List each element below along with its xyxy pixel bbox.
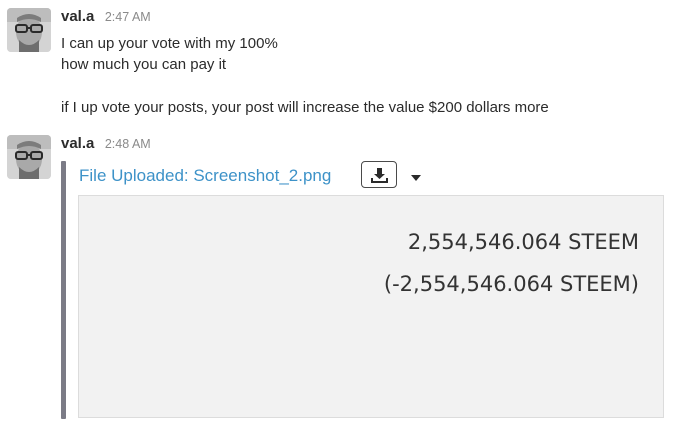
- avatar[interactable]: [7, 8, 51, 52]
- preview-text: 2,554,546.064 STEEM: [407, 230, 639, 254]
- message-text: how much you can pay it: [61, 56, 227, 73]
- timestamp: 2:48 AM: [104, 137, 151, 151]
- file-title-link[interactable]: File Uploaded: Screenshot_2.png: [79, 166, 331, 186]
- chat-message: val.a 2:47 AM I can up your vote with my…: [0, 0, 695, 128]
- message-header: val.a 2:48 AM: [61, 135, 151, 155]
- download-button[interactable]: [361, 161, 397, 188]
- download-icon: [371, 168, 388, 183]
- message-text: I can up your vote with my 100%: [61, 35, 278, 52]
- attachment-bar: [61, 161, 66, 419]
- attachment-menu-button[interactable]: [409, 170, 423, 181]
- avatar[interactable]: [7, 135, 51, 179]
- image-preview[interactable]: 2,554,546.064 STEEM (-2,554,546.064 STEE…: [78, 195, 664, 418]
- user-avatar-image: [7, 8, 51, 52]
- username[interactable]: val.a: [61, 135, 94, 152]
- message-text: if I up vote your posts, your post will …: [61, 99, 549, 116]
- user-avatar-image: [7, 135, 51, 179]
- message-header: val.a 2:47 AM: [61, 8, 151, 28]
- preview-text: (-2,554,546.064 STEEM): [383, 272, 639, 296]
- username[interactable]: val.a: [61, 8, 94, 25]
- timestamp: 2:47 AM: [104, 10, 151, 24]
- caret-down-icon: [411, 175, 421, 181]
- chat-message: val.a 2:48 AM File Uploaded: Screenshot_…: [0, 128, 695, 430]
- file-attachment: File Uploaded: Screenshot_2.png 2,554,54…: [61, 161, 665, 419]
